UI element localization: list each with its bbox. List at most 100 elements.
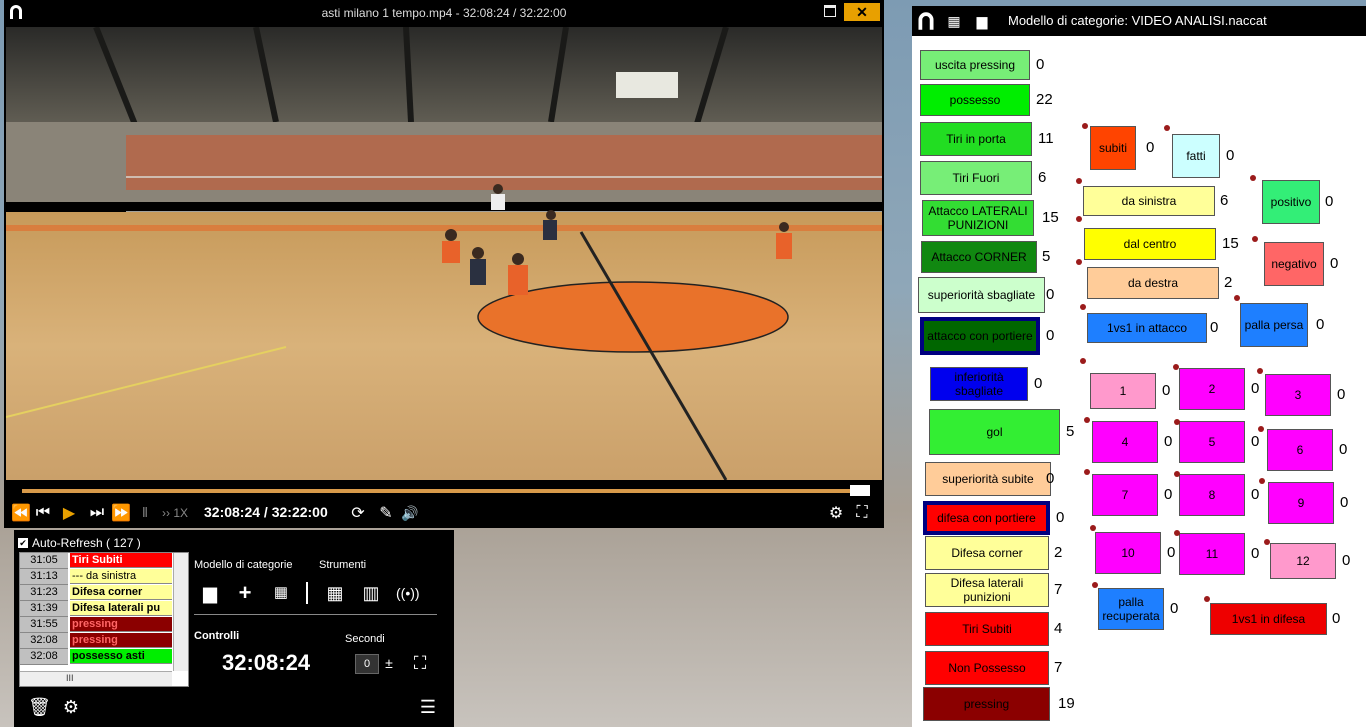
fast-rewind-icon[interactable]: ⏪ [11,502,31,524]
category-button[interactable]: Tiri Fuori [920,161,1032,195]
category-button[interactable]: 2 [1179,368,1245,410]
category-count: 0 [1146,139,1155,156]
category-button[interactable]: 11 [1179,533,1245,575]
seconds-input[interactable]: 0 [355,654,379,674]
category-button[interactable]: Non Possesso [925,651,1049,685]
event-time: 31:55 [20,617,68,633]
category-button[interactable]: fatti [1172,134,1220,178]
folder-icon[interactable]: ▆ [199,582,221,604]
event-row[interactable]: 31:05 Tiri Subiti [20,553,172,569]
category-button[interactable]: gol [929,409,1060,455]
event-row[interactable]: 31:39 Difesa laterali pu [20,601,172,617]
settings-gear-icon[interactable]: ⚙ [60,696,82,718]
sliders-icon[interactable]: ☰ [417,696,439,718]
event-list-hscroll[interactable]: III [20,671,172,686]
category-button[interactable]: 7 [1092,474,1158,516]
auto-refresh-checkbox[interactable]: ✔ [18,538,28,548]
category-button[interactable]: attacco con portiere [920,317,1040,355]
playback-controls: ⏪ ⏮ ▶ ⏭ ⏩ ⦀ ›› 1X 32:08:24 / 32:22:00 ⟳ … [4,500,884,526]
close-button[interactable]: ✕ [844,3,880,21]
playback-speed[interactable]: ›› 1X [162,506,188,520]
category-button[interactable]: 10 [1095,532,1161,574]
trash-icon[interactable]: 🗑 [28,696,51,718]
category-count: 0 [1046,286,1055,303]
category-button[interactable]: 3 [1265,374,1331,416]
category-button[interactable]: dal centro [1084,228,1216,260]
event-list[interactable]: III 31:05 Tiri Subiti 31:13 --- da sinistra… [19,552,189,687]
grid-settings-icon[interactable]: ▦ [944,11,964,31]
category-count: 0 [1251,486,1260,503]
futsal-scene-image [6,27,882,480]
category-button[interactable]: 12 [1270,543,1336,579]
event-row[interactable]: 31:55 pressing [20,617,172,633]
category-button[interactable]: da destra [1087,267,1219,299]
category-button[interactable]: Difesa corner [925,536,1049,570]
slow-motion-icon[interactable]: ⦀ [136,502,154,524]
category-button[interactable]: negativo [1264,242,1324,286]
event-row[interactable]: 31:23 Difesa corner [20,585,172,601]
category-button[interactable]: pressing [923,687,1050,721]
video-title-bar[interactable]: asti milano 1 tempo.mp4 - 32:08:24 / 32:… [4,0,884,27]
category-button[interactable]: da sinistra [1083,186,1215,216]
bar-chart-icon[interactable]: ▥ [360,582,382,604]
seek-bar-thumb[interactable] [850,485,870,496]
category-button[interactable]: inferiorità sbagliate [930,367,1028,401]
event-list-vscroll[interactable] [173,553,188,671]
category-button[interactable]: 9 [1268,482,1334,524]
fullscreen-icon[interactable]: ⛶ [852,502,872,524]
panel-divider [194,614,437,615]
category-button[interactable]: 1 [1090,373,1156,409]
event-row[interactable]: 32:08 pressing [20,633,172,649]
category-button[interactable]: superiorità sbagliate [918,277,1045,313]
broadcast-icon[interactable]: ((•)) [396,582,420,604]
volume-icon[interactable]: 🔊 [400,502,420,524]
maximize-icon[interactable] [824,5,836,17]
brush-icon[interactable]: ✎ [376,502,396,524]
video-frame[interactable] [6,27,882,480]
category-button[interactable]: difesa con portiere [923,501,1050,535]
category-count: 0 [1170,600,1179,617]
event-row[interactable]: 32:08 possesso asti [20,649,172,665]
category-button[interactable]: palla recuperata [1098,588,1164,630]
category-button[interactable]: Tiri Subiti [925,612,1049,646]
add-icon[interactable]: + [234,582,256,604]
folder-icon[interactable]: ▆ [972,11,992,31]
category-button[interactable]: uscita pressing [920,50,1030,80]
category-button[interactable]: 1vs1 in attacco [1087,313,1207,343]
category-button[interactable]: palla persa [1240,303,1308,347]
event-row[interactable]: 31:13 --- da sinistra [20,569,172,585]
category-button[interactable]: subiti [1090,126,1136,170]
seek-bar[interactable] [22,485,870,496]
play-icon[interactable]: ▶ [60,502,78,524]
gear-icon[interactable]: ⚙ [826,502,846,524]
video-player-window: asti milano 1 tempo.mp4 - 32:08:24 / 32:… [4,0,884,528]
category-button[interactable]: possesso [920,84,1030,116]
step-forward-icon[interactable]: ⏭ [88,502,106,524]
category-count: 6 [1038,169,1047,186]
category-count: 0 [1034,375,1043,392]
control-panel: ✔ Auto-Refresh ( 127 ) III 31:05 Tiri Sub… [14,530,454,727]
seconds-stepper-icon[interactable]: ± [378,652,400,674]
grid-icon[interactable]: ▦ [324,582,346,604]
category-button[interactable]: Attacco CORNER [921,241,1037,273]
refresh-icon[interactable]: ⟳ [348,502,368,524]
category-button[interactable]: 6 [1267,429,1333,471]
category-button[interactable]: Difesa laterali punizioni [925,573,1049,607]
grid-settings-icon[interactable]: ▦ [270,582,292,604]
category-button[interactable]: positivo [1262,180,1320,224]
category-button[interactable]: Attacco LATERALI PUNIZIONI [922,200,1034,236]
category-button[interactable]: 8 [1179,474,1245,516]
link-dot [1080,358,1086,364]
auto-refresh-toggle[interactable]: ✔ Auto-Refresh ( 127 ) [18,536,141,550]
step-back-icon[interactable]: ⏮ [34,502,52,524]
category-button[interactable]: superiorità subite [925,462,1051,496]
category-button[interactable]: Tiri in porta [920,122,1032,156]
category-button[interactable]: 5 [1179,421,1245,463]
link-dot [1204,596,1210,602]
expand-icon[interactable]: ⛶ [409,652,431,674]
category-button[interactable]: 1vs1 in difesa [1210,603,1327,635]
fast-forward-icon[interactable]: ⏩ [111,502,131,524]
category-button[interactable]: 4 [1092,421,1158,463]
event-time: 31:23 [20,585,68,601]
tools-section-label: Strumenti [319,559,367,571]
